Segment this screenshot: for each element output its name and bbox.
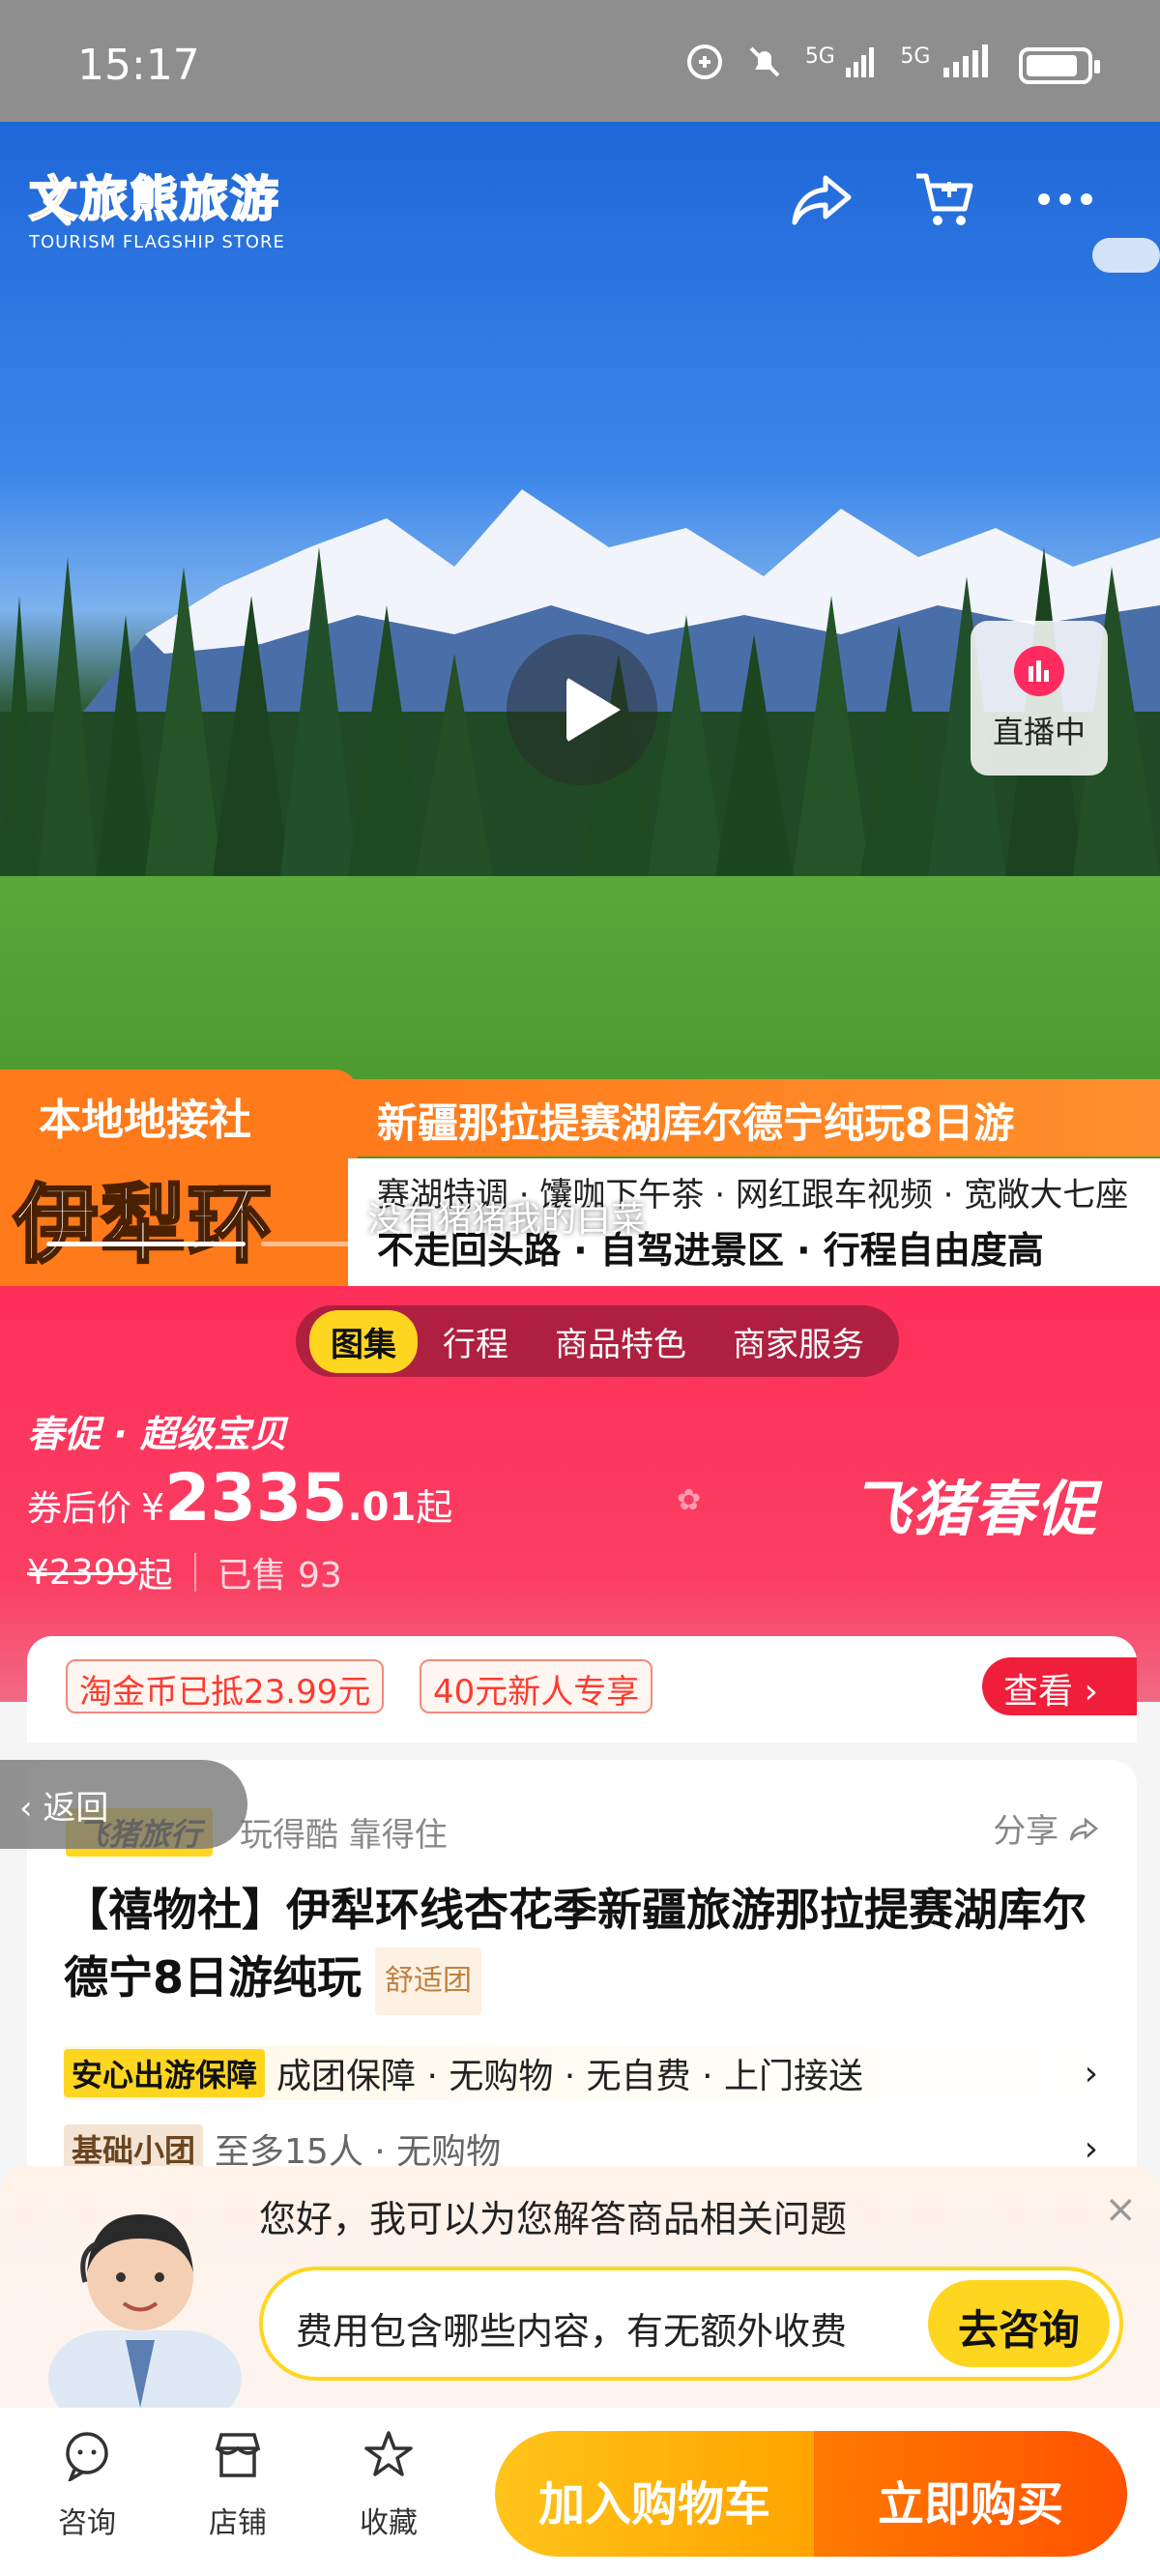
page: 15:17 5G 5G 文旅熊旅游 TOURISM FLAGSHIP STORE… (0, 0, 1160, 2576)
cart-icon[interactable] (905, 161, 982, 238)
sold-count: 已售 93 (217, 1556, 342, 1595)
tab-merchant-service[interactable]: 商家服务 (711, 1310, 885, 1373)
network-label-2: 5G (900, 44, 931, 69)
assistant-panel: 您好，我可以为您解答商品相关问题 × 费用包含哪些内容，有无额外收费 去咨询 (0, 2166, 1160, 2417)
live-label: 直播中 (992, 714, 1086, 750)
data-saver-icon (685, 43, 724, 89)
banner-title-block: 新疆那拉提赛湖库尔德宁纯玩8日游 (329, 1079, 1160, 1156)
close-icon[interactable]: × (1104, 2187, 1137, 2232)
product-title: 【禧物社】伊犁环线杏花季新疆旅游那拉提赛湖库尔德宁8日游纯玩 舒适团 (64, 1876, 1108, 2015)
status-icons: 5G 5G (685, 43, 1100, 89)
assistant-suggestion[interactable]: 费用包含哪些内容，有无额外收费 去咨询 (259, 2267, 1123, 2381)
network-label-1: 5G (804, 44, 835, 69)
coupon-taojinbi[interactable]: 淘金币已抵23.99元 (66, 1659, 385, 1713)
price-integer: 2335 (164, 1460, 348, 1537)
fliggy-spring-promo-logo: 飞猪春促 (851, 1474, 1099, 1544)
hero-banner: 本地地接社 伊犁环线 新疆那拉提赛湖库尔德宁纯玩8日游 赛湖特调 · 馕咖下午茶… (0, 1069, 1160, 1286)
store-icon (215, 2433, 261, 2477)
banner-left-big: 伊犁环线 (13, 1173, 276, 1276)
price-row: 券后价 ¥ 2335 .01 起 (27, 1460, 452, 1537)
banner-title: 新疆那拉提赛湖库尔德宁纯玩8日游 (377, 1099, 1015, 1147)
gallery-indicator-active (46, 1242, 246, 1246)
more-icon[interactable] (1027, 161, 1104, 238)
share-icon[interactable] (783, 161, 860, 238)
banner-left-block: 本地地接社 伊犁环线 (0, 1069, 358, 1286)
live-badge[interactable]: 直播中 (971, 621, 1108, 776)
back-icon[interactable] (35, 172, 81, 230)
coupon-bar: 淘金币已抵23.99元 40元新人专享 查看 › (27, 1636, 1137, 1742)
status-bar: 15:17 5G 5G (0, 0, 1160, 122)
gallery-indicator (261, 1242, 367, 1246)
hero-gallery[interactable]: 文旅熊旅游 TOURISM FLAGSHIP STORE 直播中 本地地接社 伊… (0, 122, 1160, 1286)
battery-icon (1019, 47, 1100, 84)
back-label: 返回 (43, 1789, 109, 1828)
tab-itinerary[interactable]: 行程 (421, 1310, 530, 1373)
mute-icon (745, 43, 784, 89)
price-decimal: .01 (347, 1485, 417, 1530)
status-time: 15:17 (77, 41, 200, 90)
suggestion-text: 费用包含哪些内容，有无额外收费 (296, 2310, 848, 2353)
original-price-unit: 起 (137, 1556, 173, 1595)
tab-gallery[interactable]: 图集 (309, 1309, 418, 1373)
nav-consult-label: 咨询 (58, 2506, 116, 2540)
tab-features[interactable]: 商品特色 (534, 1310, 708, 1373)
star-icon (364, 2431, 413, 2476)
consult-button[interactable]: 去咨询 (928, 2280, 1110, 2367)
comfort-tag: 舒适团 (375, 1947, 482, 2015)
coupon-new-user[interactable]: 40元新人专享 (420, 1659, 653, 1713)
divider (193, 1553, 196, 1592)
product-title-text: 【禧物社】伊犁环线杏花季新疆旅游那拉提赛湖库尔德宁8日游纯玩 (64, 1884, 1087, 2004)
signal-icon-1: 5G (805, 44, 880, 87)
nav-consult[interactable]: 咨询 (29, 2429, 145, 2541)
section-tabs: 图集 行程 商品特色 商家服务 (296, 1305, 899, 1377)
price-unit: 起 (416, 1486, 453, 1529)
share-button[interactable]: 分享 (993, 1804, 1098, 1852)
currency-symbol: ¥ (141, 1486, 165, 1529)
fliggy-slogan: 玩得酷 靠得住 (240, 1816, 448, 1855)
nav-favorite[interactable]: 收藏 (331, 2429, 447, 2541)
nav-store[interactable]: 店铺 (180, 2429, 296, 2541)
flower-icon: ✿ (677, 1483, 702, 1517)
original-price-row: ¥2399 起 已售 93 (27, 1547, 342, 1597)
video-caption: 没有猪猪我的白菜 (367, 1200, 647, 1240)
chevron-left-icon: ‹ (19, 1789, 44, 1828)
guarantee-row[interactable]: 安心出游保障 成团保障 · 无购物 · 无自费 · 上门接送 › (64, 2046, 1108, 2100)
view-coupons-button[interactable]: 查看 › (982, 1657, 1137, 1715)
back-floating-button[interactable]: ‹ 返回 (0, 1760, 247, 1849)
signal-icon-2: 5G (900, 44, 998, 87)
promo-tag: 春促 · 超级宝贝 (27, 1413, 287, 1455)
nav-favorite-label: 收藏 (360, 2506, 418, 2540)
chevron-right-icon: › (1084, 2053, 1098, 2093)
share-label: 分享 (993, 1812, 1059, 1851)
buy-now-button[interactable]: 立即购买 (814, 2431, 1127, 2557)
nav-store-label: 店铺 (209, 2506, 267, 2540)
price-label: 券后价 (27, 1489, 132, 1529)
bottom-action-bar: 咨询 店铺 收藏 加入购物车 立即购买 (0, 2408, 1160, 2576)
guarantee-badge: 安心出游保障 (64, 2049, 266, 2097)
add-to-cart-button[interactable]: 加入购物车 (495, 2431, 814, 2557)
banner-left-top: 本地地接社 (39, 1096, 251, 1145)
original-price: ¥2399 (27, 1552, 138, 1593)
assistant-avatar (48, 2214, 242, 2417)
guarantee-text: 成团保障 · 无购物 · 无自费 · 上门接送 (276, 2057, 864, 2096)
live-icon (1014, 646, 1064, 696)
share-small-icon (1069, 1817, 1098, 1841)
cloud-decoration (1092, 238, 1160, 273)
brand-subtitle: TOURISM FLAGSHIP STORE (29, 232, 285, 252)
chat-icon (66, 2432, 108, 2484)
assistant-question: 您好，我可以为您解答商品相关问题 (259, 2198, 848, 2240)
chevron-right-icon: › (1084, 2128, 1098, 2169)
play-video-button[interactable] (507, 634, 657, 785)
